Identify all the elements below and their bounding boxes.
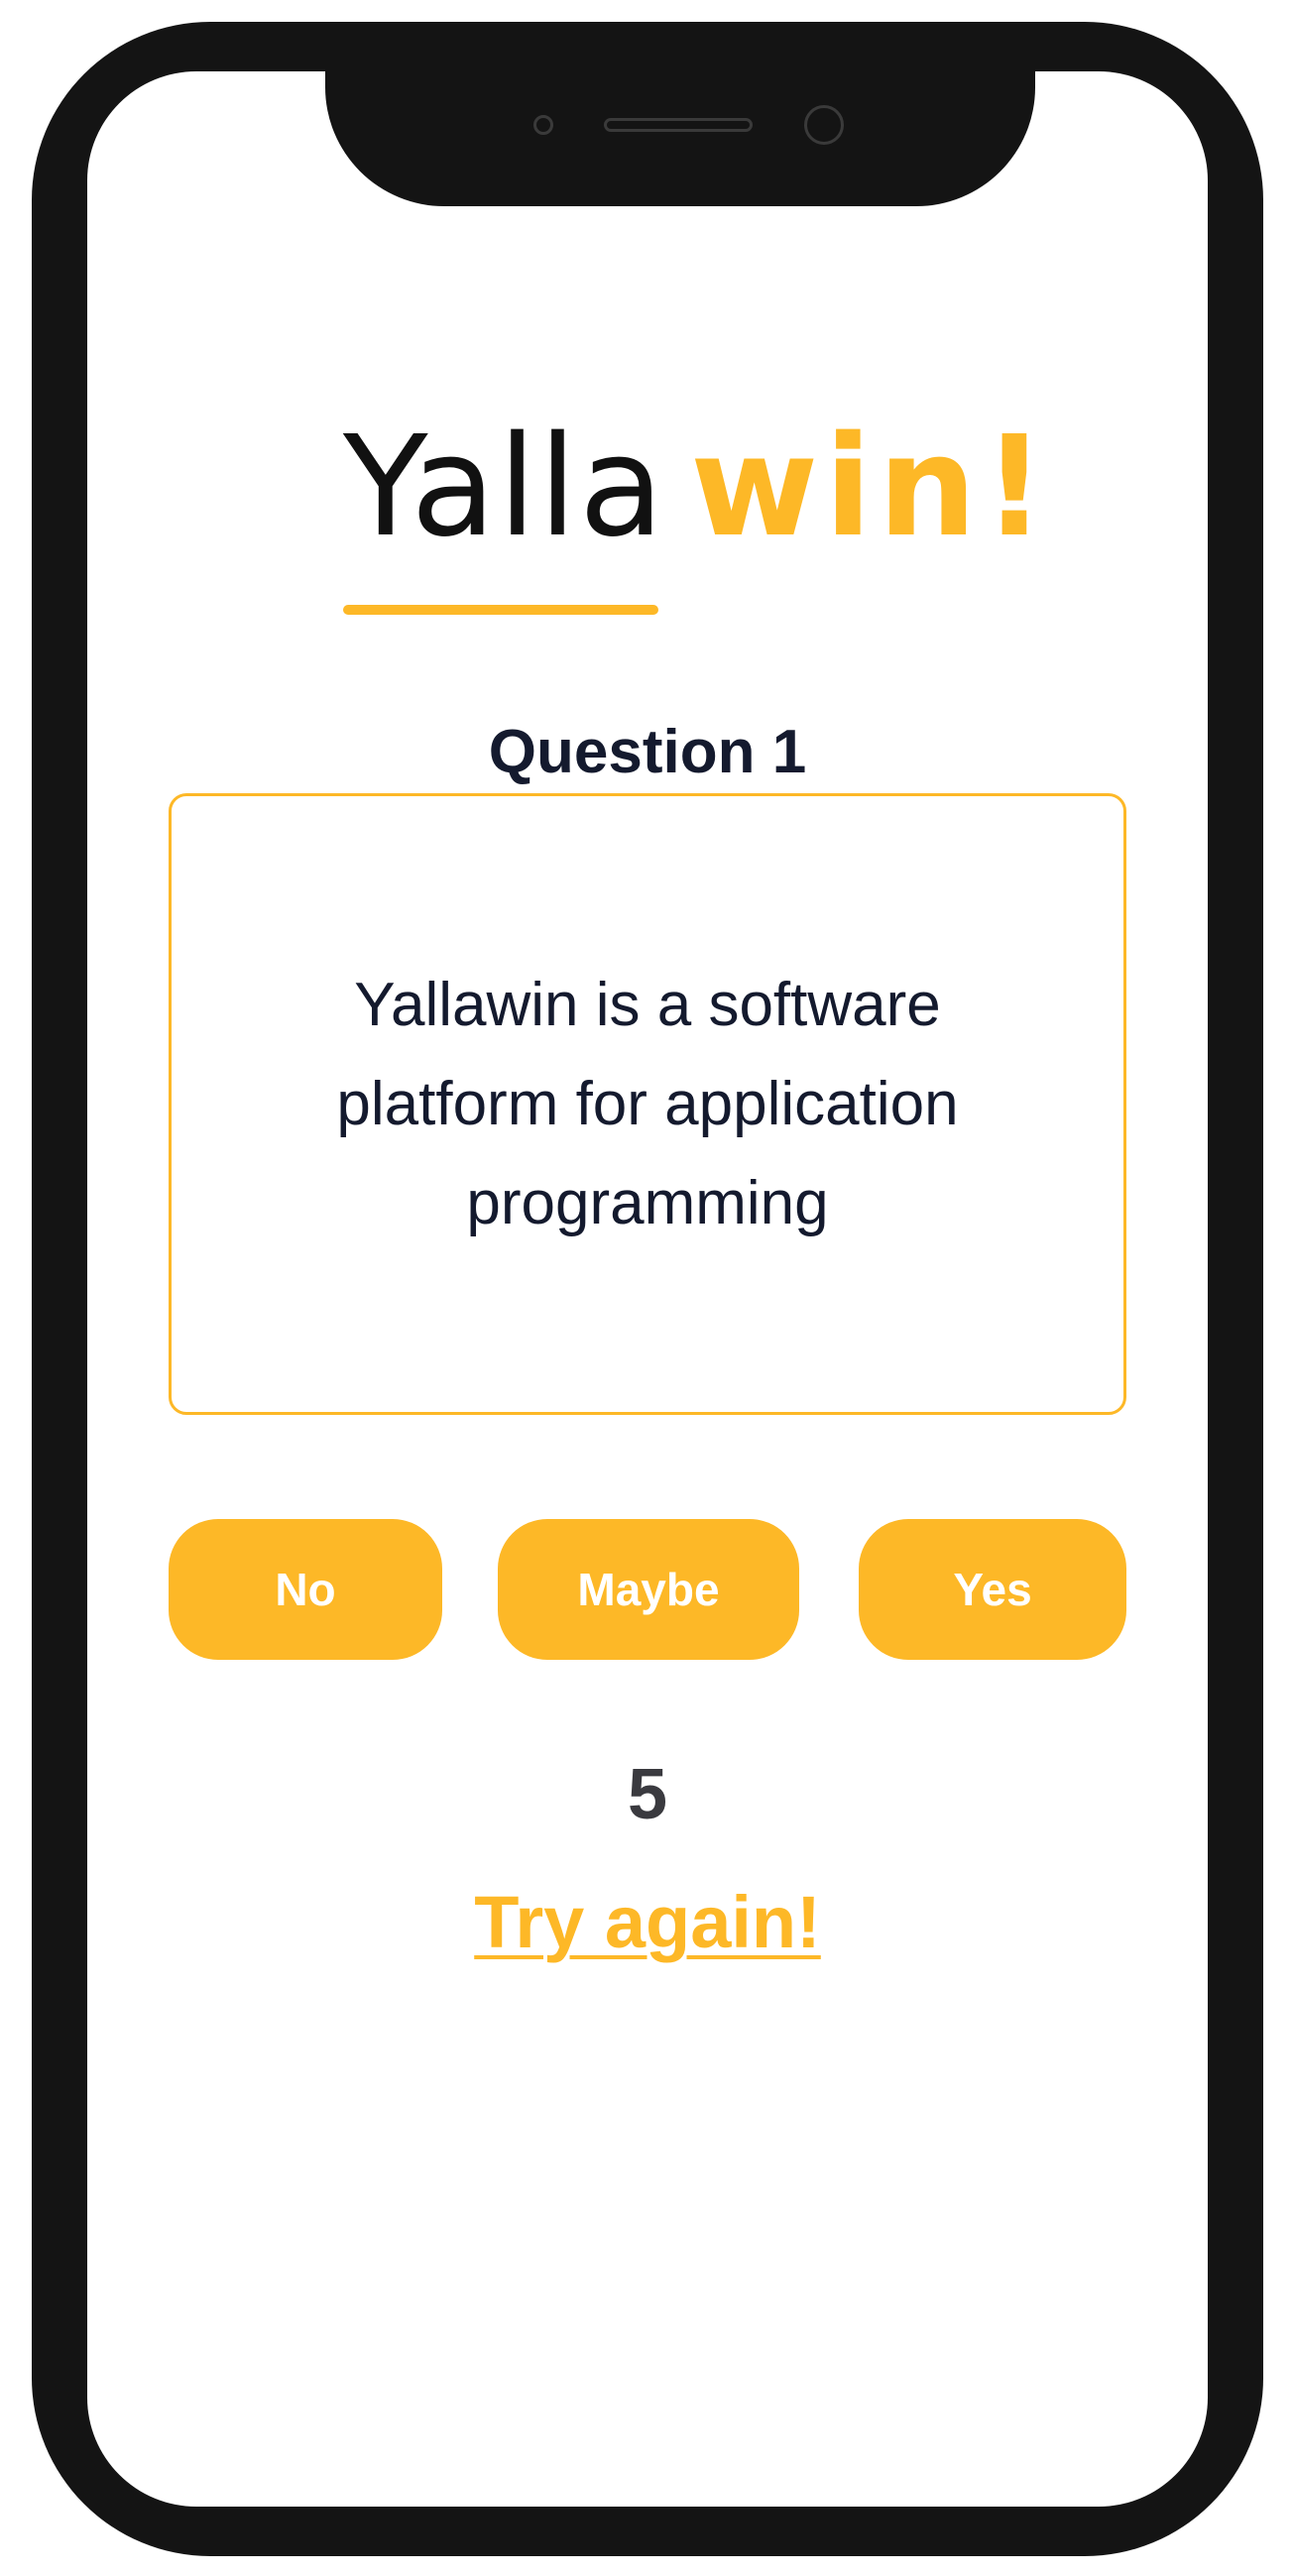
answer-buttons: No Maybe Yes: [87, 1519, 1208, 1660]
answer-maybe-button[interactable]: Maybe: [498, 1519, 799, 1660]
app-logo: Yalla win!: [87, 418, 1208, 617]
speaker-grille-icon: [604, 118, 753, 132]
question-card: Yallawin is a software platform for appl…: [169, 793, 1126, 1415]
question-text: Yallawin is a software platform for appl…: [336, 970, 959, 1237]
answer-no-button[interactable]: No: [169, 1519, 442, 1660]
phone-notch: [325, 71, 1035, 206]
phone-screen: Yalla win! Question 1 Yallawin is a soft…: [87, 71, 1208, 2507]
logo-underline: [343, 605, 658, 615]
question-title: Question 1: [488, 718, 807, 786]
logo-win-text: win!: [690, 407, 1052, 568]
countdown-timer: 5: [627, 1755, 668, 1834]
logo-yalla-text: Yalla: [343, 407, 666, 568]
answer-yes-button[interactable]: Yes: [859, 1519, 1126, 1660]
front-camera-icon: [804, 105, 844, 145]
try-again-container: Try again!: [87, 1886, 1208, 1959]
phone-frame: Yalla win! Question 1 Yallawin is a soft…: [32, 22, 1263, 2556]
try-again-link[interactable]: Try again!: [474, 1881, 821, 1963]
proximity-sensor-icon: [533, 115, 553, 135]
